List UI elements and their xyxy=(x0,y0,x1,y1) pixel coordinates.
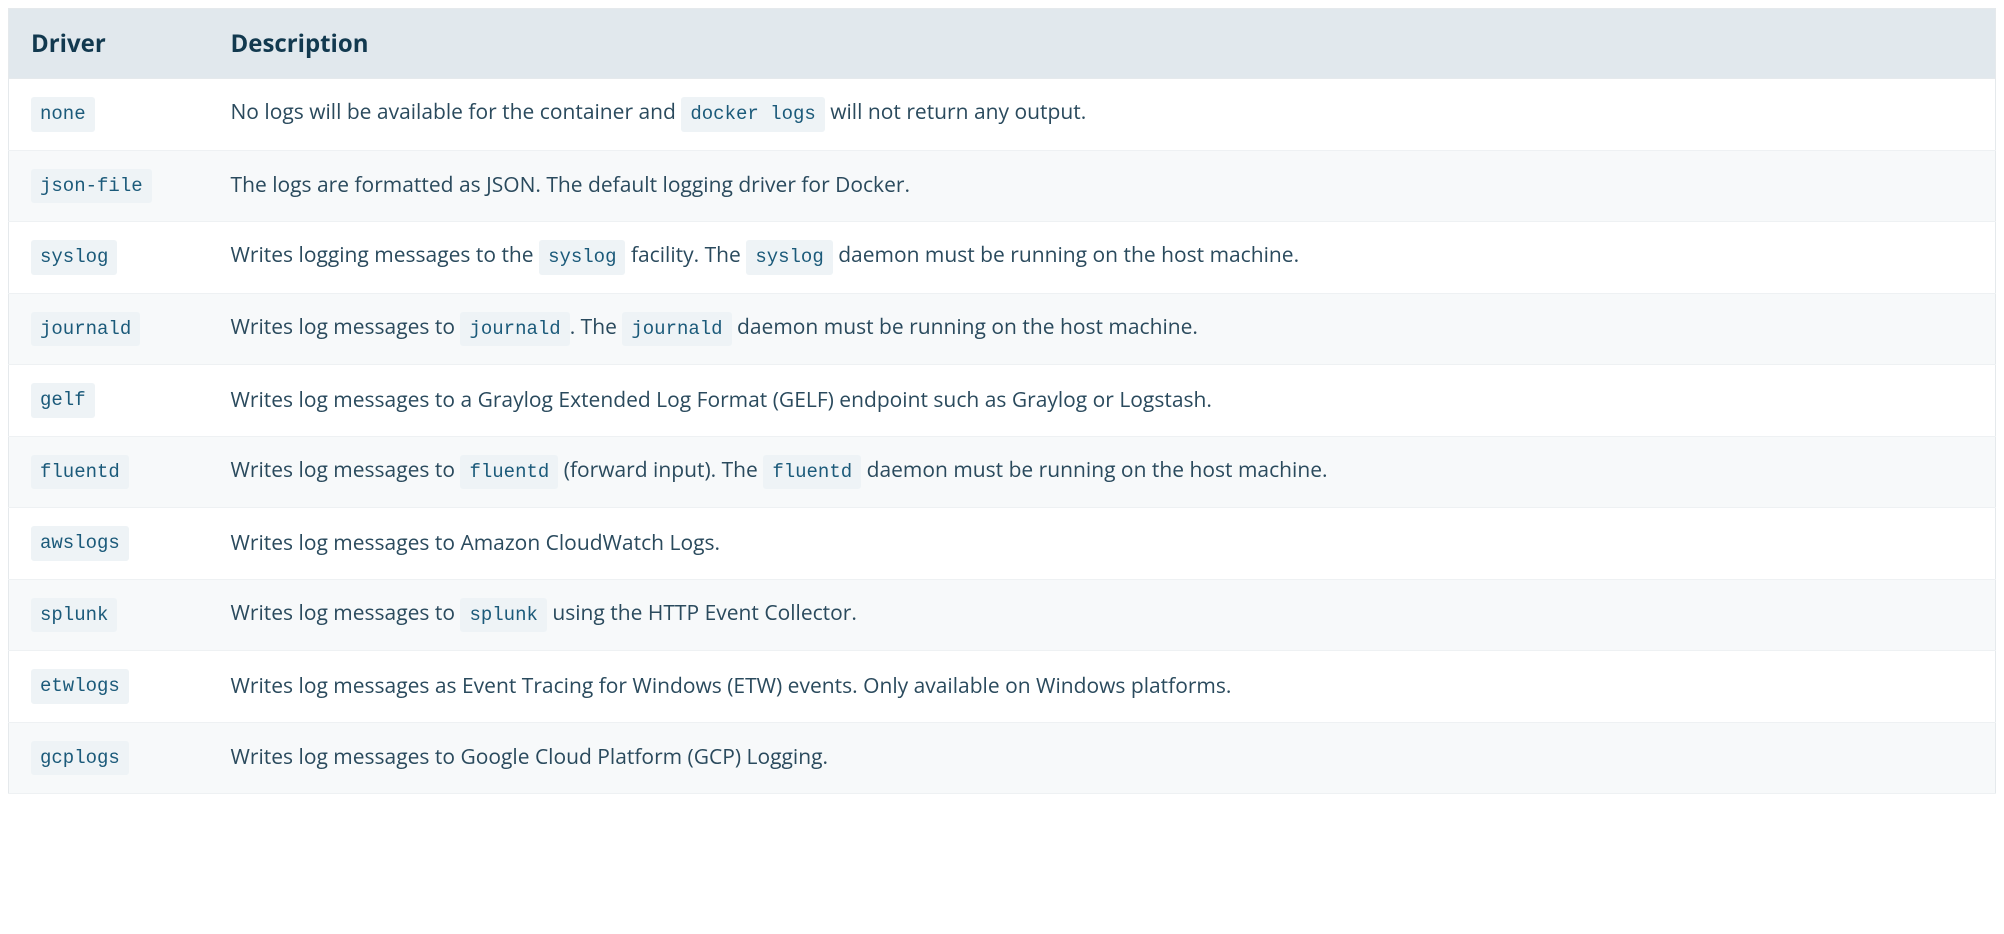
inline-code: journald xyxy=(622,312,731,347)
description-cell: The logs are formatted as JSON. The defa… xyxy=(209,150,1996,222)
table-header-row: Driver Description xyxy=(9,9,1996,79)
driver-cell: json-file xyxy=(9,150,209,222)
description-text: The logs are formatted as JSON. The defa… xyxy=(231,171,910,199)
description-text: Writes log messages to xyxy=(231,599,461,627)
inline-code: syslog xyxy=(539,240,625,275)
description-text: Writes log messages to Amazon CloudWatch… xyxy=(231,529,721,557)
logging-drivers-table: Driver Description none No logs will be a… xyxy=(8,8,1996,794)
description-text: facility. The xyxy=(625,241,746,269)
inline-code: splunk xyxy=(460,598,546,633)
table-row: none No logs will be available for the co… xyxy=(9,79,1996,151)
driver-cell: gcplogs xyxy=(9,722,209,794)
driver-code[interactable]: journald xyxy=(31,312,140,347)
description-text: Writes log messages to xyxy=(231,456,461,484)
table-row: splunkWrites log messages to splunk usin… xyxy=(9,579,1996,651)
description-text: will not return any output. xyxy=(825,98,1086,126)
description-text: Writes log messages as Event Tracing for… xyxy=(231,672,1232,700)
driver-code[interactable]: gcplogs xyxy=(31,741,129,776)
driver-cell: awslogs xyxy=(9,508,209,580)
description-cell: No logs will be available for the contai… xyxy=(209,79,1996,151)
driver-code[interactable]: none xyxy=(31,97,95,132)
description-text: daemon must be running on the host machi… xyxy=(732,313,1198,341)
inline-code: journald xyxy=(460,312,569,347)
table-row: etwlogs Writes log messages as Event Trac… xyxy=(9,651,1996,723)
driver-cell: none xyxy=(9,79,209,151)
table-row: gcplogs Writes log messages to Google Clo… xyxy=(9,722,1996,794)
description-text: Writes log messages to xyxy=(231,313,461,341)
driver-code[interactable]: gelf xyxy=(31,383,95,418)
driver-cell: syslog xyxy=(9,222,209,294)
description-cell: Writes log messages to a Graylog Extende… xyxy=(209,365,1996,437)
description-cell: Writes log messages to Google Cloud Plat… xyxy=(209,722,1996,794)
inline-code: syslog xyxy=(746,240,832,275)
driver-code[interactable]: json-file xyxy=(31,169,152,204)
table-row: awslogs Writes log messages to Amazon Clo… xyxy=(9,508,1996,580)
header-description: Description xyxy=(209,9,1996,79)
driver-code[interactable]: splunk xyxy=(31,598,117,633)
description-text: daemon must be running on the host machi… xyxy=(833,241,1299,269)
description-text: Writes log messages to a Graylog Extende… xyxy=(231,386,1212,414)
description-text: Writes log messages to Google Cloud Plat… xyxy=(231,743,829,771)
description-cell: Writes log messages as Event Tracing for… xyxy=(209,651,1996,723)
driver-cell: journald xyxy=(9,293,209,365)
description-cell: Writes log messages to journald. The jou… xyxy=(209,293,1996,365)
table-body: none No logs will be available for the co… xyxy=(9,79,1996,794)
description-cell: Writes log messages to Amazon CloudWatch… xyxy=(209,508,1996,580)
description-text: Writes logging messages to the xyxy=(231,241,540,269)
table-row: syslogWrites logging messages to the sys… xyxy=(9,222,1996,294)
driver-code[interactable]: awslogs xyxy=(31,526,129,561)
table-row: fluentdWrites log messages to fluentd (f… xyxy=(9,436,1996,508)
driver-cell: splunk xyxy=(9,579,209,651)
inline-code: fluentd xyxy=(763,455,861,490)
inline-code: docker logs xyxy=(681,97,824,132)
description-text: No logs will be available for the contai… xyxy=(231,98,682,126)
header-driver: Driver xyxy=(9,9,209,79)
table-row: gelf Writes log messages to a Graylog Ext… xyxy=(9,365,1996,437)
description-cell: Writes log messages to fluentd (forward … xyxy=(209,436,1996,508)
driver-code[interactable]: syslog xyxy=(31,240,117,275)
description-text: . The xyxy=(570,313,623,341)
description-text: daemon must be running on the host machi… xyxy=(861,456,1327,484)
table-row: json-file The logs are formatted as JSON.… xyxy=(9,150,1996,222)
description-text: using the HTTP Event Collector. xyxy=(547,599,857,627)
driver-code[interactable]: etwlogs xyxy=(31,669,129,704)
driver-code[interactable]: fluentd xyxy=(31,455,129,490)
description-cell: Writes logging messages to the syslog fa… xyxy=(209,222,1996,294)
description-text: (forward input). The xyxy=(558,456,763,484)
driver-cell: etwlogs xyxy=(9,651,209,723)
driver-cell: fluentd xyxy=(9,436,209,508)
driver-cell: gelf xyxy=(9,365,209,437)
inline-code: fluentd xyxy=(460,455,558,490)
table-row: journaldWrites log messages to journald.… xyxy=(9,293,1996,365)
description-cell: Writes log messages to splunk using the … xyxy=(209,579,1996,651)
